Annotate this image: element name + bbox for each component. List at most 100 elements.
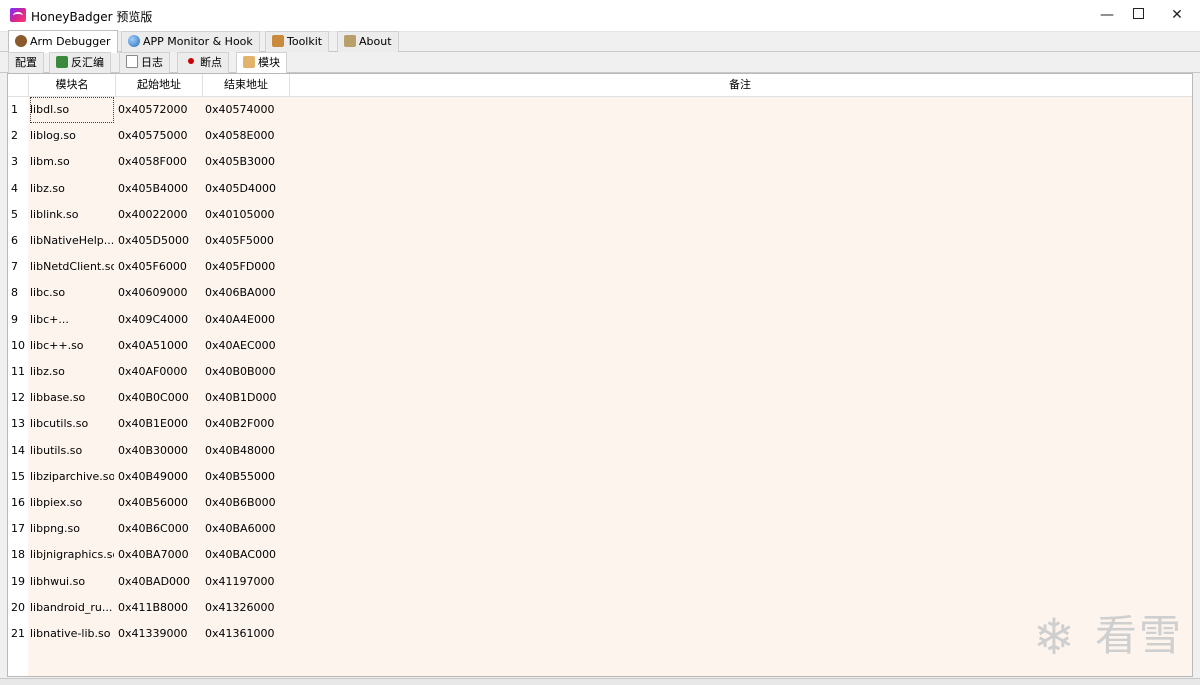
column-header-start-address[interactable]: 起始地址 [116, 74, 203, 96]
table-row[interactable]: 7 libNetdClient.so 0x405F6000 0x405FD000 [8, 254, 1192, 280]
start-address-cell[interactable]: 0x40B49000 [118, 464, 202, 490]
table-row[interactable]: 17 libpng.so 0x40B6C000 0x40BA6000 [8, 516, 1192, 542]
end-address-cell[interactable]: 0x40B2F000 [205, 411, 289, 437]
start-address-cell[interactable]: 0x40572000 [118, 97, 202, 123]
start-address-cell[interactable]: 0x40B1E000 [118, 411, 202, 437]
module-name-cell[interactable]: liblink.so [30, 202, 114, 228]
end-address-cell[interactable]: 0x4058E000 [205, 123, 289, 149]
module-name-cell[interactable]: libz.so [30, 359, 114, 385]
module-name-cell[interactable]: libm.so [30, 149, 114, 175]
start-address-cell[interactable]: 0x405D5000 [118, 228, 202, 254]
tab-disassembly[interactable]: 反汇编 [49, 52, 111, 73]
tab-about[interactable]: About [337, 31, 399, 52]
end-address-cell[interactable]: 0x40B6B000 [205, 490, 289, 516]
module-name-cell[interactable]: libc.so [30, 280, 114, 306]
table-row[interactable]: 11 libz.so 0x40AF0000 0x40B0B000 [8, 359, 1192, 385]
end-address-cell[interactable]: 0x405D4000 [205, 176, 289, 202]
module-name-cell[interactable]: libandroid_ru... [30, 595, 114, 621]
module-name-cell[interactable]: libnative-lib.so [30, 621, 114, 647]
end-address-cell[interactable]: 0x40574000 [205, 97, 289, 123]
start-address-cell[interactable]: 0x40AF0000 [118, 359, 202, 385]
end-address-cell[interactable]: 0x40B48000 [205, 438, 289, 464]
note-cell[interactable] [290, 307, 1190, 333]
note-cell[interactable] [290, 516, 1190, 542]
module-name-cell[interactable]: liblog.so [30, 123, 114, 149]
start-address-cell[interactable]: 0x40B0C000 [118, 385, 202, 411]
module-name-cell[interactable]: libz.so [30, 176, 114, 202]
start-address-cell[interactable]: 0x4058F000 [118, 149, 202, 175]
table-row[interactable]: 21 libnative-lib.so 0x41339000 0x41361000 [8, 621, 1192, 647]
table-row[interactable]: 4 libz.so 0x405B4000 0x405D4000 [8, 176, 1192, 202]
tab-arm-debugger[interactable]: Arm Debugger [8, 30, 118, 53]
column-header-module-name[interactable]: 模块名 [29, 74, 116, 96]
start-address-cell[interactable]: 0x405B4000 [118, 176, 202, 202]
module-name-cell[interactable]: libNativeHelp... [30, 228, 114, 254]
start-address-cell[interactable]: 0x40A51000 [118, 333, 202, 359]
start-address-cell[interactable]: 0x40575000 [118, 123, 202, 149]
module-name-cell[interactable]: libNetdClient.so [30, 254, 114, 280]
end-address-cell[interactable]: 0x405F5000 [205, 228, 289, 254]
note-cell[interactable] [290, 202, 1190, 228]
tab-config[interactable]: 配置 [8, 52, 44, 73]
table-row[interactable]: 20 libandroid_ru... 0x411B8000 0x41326000 [8, 595, 1192, 621]
table-row[interactable]: 1 libdl.so 0x40572000 0x40574000 [8, 97, 1192, 123]
modules-table[interactable]: 模块名 起始地址 结束地址 备注 1 libdl.so 0x40572000 0x40… [7, 73, 1193, 677]
note-cell[interactable] [290, 411, 1190, 437]
end-address-cell[interactable]: 0x41361000 [205, 621, 289, 647]
table-row[interactable]: 15 libziparchive.so 0x40B49000 0x40B55000 [8, 464, 1192, 490]
note-cell[interactable] [290, 490, 1190, 516]
end-address-cell[interactable]: 0x405B3000 [205, 149, 289, 175]
table-row[interactable]: 18 libjnigraphics.so 0x40BA7000 0x40BAC000 [8, 542, 1192, 568]
start-address-cell[interactable]: 0x40B56000 [118, 490, 202, 516]
corner-header[interactable] [8, 74, 29, 96]
module-name-cell[interactable]: libc++.so [30, 333, 114, 359]
note-cell[interactable] [290, 569, 1190, 595]
table-row[interactable]: 13 libcutils.so 0x40B1E000 0x40B2F000 [8, 411, 1192, 437]
start-address-cell[interactable]: 0x411B8000 [118, 595, 202, 621]
note-cell[interactable] [290, 149, 1190, 175]
note-cell[interactable] [290, 176, 1190, 202]
table-row[interactable]: 12 libbase.so 0x40B0C000 0x40B1D000 [8, 385, 1192, 411]
table-row[interactable]: 19 libhwui.so 0x40BAD000 0x41197000 [8, 569, 1192, 595]
start-address-cell[interactable]: 0x405F6000 [118, 254, 202, 280]
note-cell[interactable] [290, 254, 1190, 280]
module-name-cell[interactable]: libc+... [30, 307, 114, 333]
end-address-cell[interactable]: 0x40105000 [205, 202, 289, 228]
tab-app-monitor-hook[interactable]: APP Monitor & Hook [121, 31, 260, 52]
module-name-cell[interactable]: libpiex.so [30, 490, 114, 516]
start-address-cell[interactable]: 0x40B6C000 [118, 516, 202, 542]
note-cell[interactable] [290, 385, 1190, 411]
column-header-note[interactable]: 备注 [290, 74, 1190, 96]
start-address-cell[interactable]: 0x40022000 [118, 202, 202, 228]
end-address-cell[interactable]: 0x40A4E000 [205, 307, 289, 333]
start-address-cell[interactable]: 0x40609000 [118, 280, 202, 306]
module-name-cell[interactable]: libjnigraphics.so [30, 542, 114, 568]
column-header-end-address[interactable]: 结束地址 [203, 74, 290, 96]
end-address-cell[interactable]: 0x40BA6000 [205, 516, 289, 542]
module-name-cell[interactable]: libziparchive.so [30, 464, 114, 490]
table-row[interactable]: 16 libpiex.so 0x40B56000 0x40B6B000 [8, 490, 1192, 516]
note-cell[interactable] [290, 359, 1190, 385]
end-address-cell[interactable]: 0x40AEC000 [205, 333, 289, 359]
note-cell[interactable] [290, 97, 1190, 123]
table-row[interactable]: 8 libc.so 0x40609000 0x406BA000 [8, 280, 1192, 306]
end-address-cell[interactable]: 0x41197000 [205, 569, 289, 595]
table-row[interactable]: 10 libc++.so 0x40A51000 0x40AEC000 [8, 333, 1192, 359]
tab-log[interactable]: 日志 [119, 52, 170, 73]
note-cell[interactable] [290, 280, 1190, 306]
table-row[interactable]: 3 libm.so 0x4058F000 0x405B3000 [8, 149, 1192, 175]
module-name-cell[interactable]: libdl.so [30, 97, 114, 123]
note-cell[interactable] [290, 438, 1190, 464]
close-button[interactable]: ✕ [1154, 0, 1200, 31]
module-name-cell[interactable]: libutils.so [30, 438, 114, 464]
module-name-cell[interactable]: libbase.so [30, 385, 114, 411]
tab-modules[interactable]: 模块 [236, 52, 287, 73]
end-address-cell[interactable]: 0x40B55000 [205, 464, 289, 490]
tab-toolkit[interactable]: Toolkit [265, 31, 330, 52]
start-address-cell[interactable]: 0x40BAD000 [118, 569, 202, 595]
end-address-cell[interactable]: 0x405FD000 [205, 254, 289, 280]
end-address-cell[interactable]: 0x41326000 [205, 595, 289, 621]
start-address-cell[interactable]: 0x41339000 [118, 621, 202, 647]
start-address-cell[interactable]: 0x40B30000 [118, 438, 202, 464]
end-address-cell[interactable]: 0x40B0B000 [205, 359, 289, 385]
